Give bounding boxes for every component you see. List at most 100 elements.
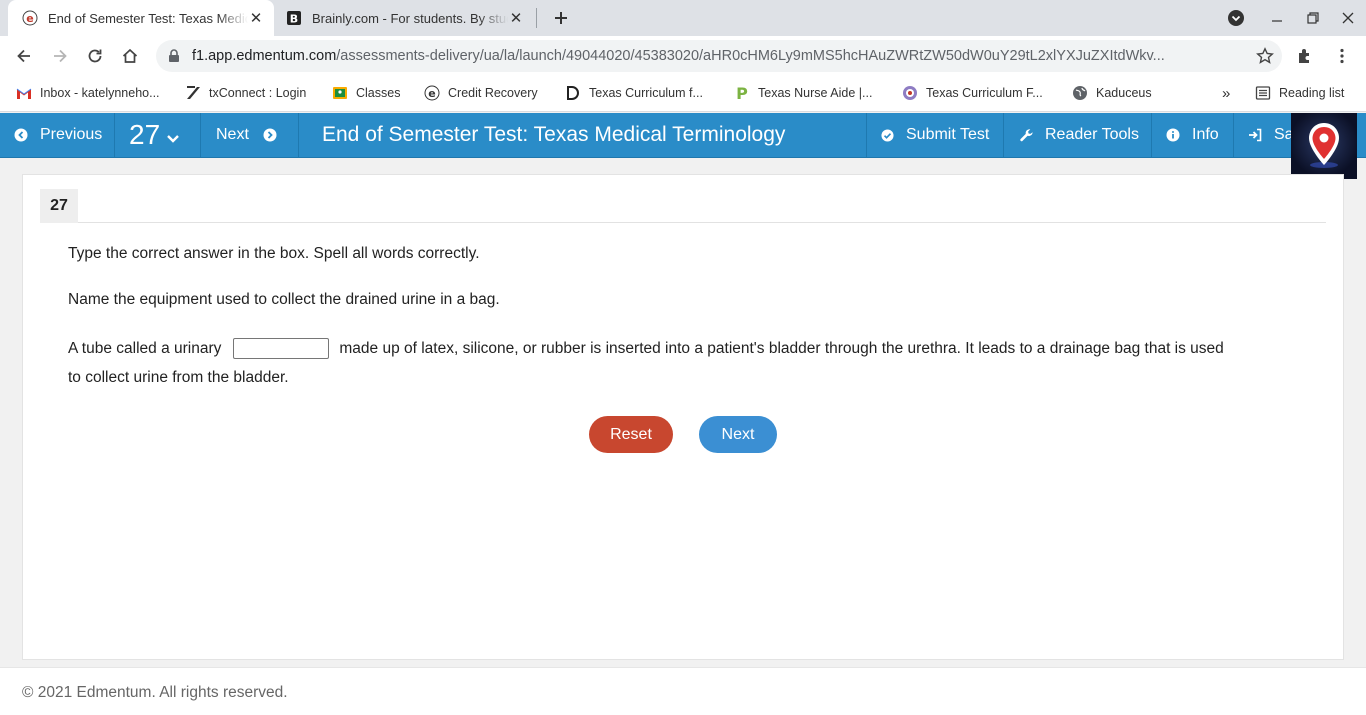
d-icon [565,85,581,101]
bookmark-txconnect[interactable]: txConnect : Login [185,76,306,110]
reading-list-label: Reading list [1279,86,1345,100]
bookmark-credit-recovery[interactable]: e Credit Recovery [424,76,538,110]
question-number-badge: 27 [40,189,78,223]
globe-icon [1072,85,1088,101]
save-button[interactable]: Save [1234,113,1294,157]
extensions-button[interactable] [1291,42,1319,70]
arrow-right-icon [54,49,67,63]
kebab-menu-icon [1340,48,1344,64]
chevron-down-circle-icon [1228,10,1244,26]
close-icon [1342,12,1354,24]
gmail-icon [16,85,32,101]
puzzle-icon [1299,49,1309,63]
bookmark-label: Credit Recovery [448,86,538,100]
info-label: Info [1192,126,1219,143]
bookmark-label: Texas Curriculum F... [926,86,1043,100]
bookmark-classes[interactable]: Classes [332,76,400,110]
restore-icon [1307,12,1319,24]
tab-title: End of Semester Test: Texas Medical Term… [48,10,248,26]
question-header: 27 [40,189,1326,223]
assessment-toolbar: Previous 27 Next End of Semester Test: T… [0,113,1366,158]
answer-input[interactable] [233,338,330,360]
question-instruction: Type the correct answer in the box. Spel… [68,245,480,262]
menu-button[interactable] [1328,42,1356,70]
forward-button[interactable] [46,42,74,70]
question-prompt: Name the equipment used to collect the d… [68,291,500,308]
bookmark-label: txConnect : Login [209,86,307,100]
lock-icon [168,49,182,63]
question-number: 27 [129,119,161,150]
close-icon[interactable]: ✕ [248,10,264,27]
back-button[interactable] [10,42,38,70]
overflow-chevron: » [1222,84,1231,102]
submit-label: Submit Test [906,126,990,143]
page-footer: © 2021 Edmentum. All rights reserved. [0,667,1366,715]
info-icon [1166,128,1180,142]
previous-label: Previous [40,126,103,143]
reading-list-icon [1255,85,1271,101]
previous-button[interactable]: Previous [0,113,115,157]
sign-in-icon [1248,128,1262,142]
bookmark-kaduceus[interactable]: Kaduceus [1072,76,1152,110]
bookmark-texas-curriculum-2[interactable]: Texas Curriculum F... [902,76,1043,110]
sentence-before: A tube called a urinary [68,340,222,357]
question-selector[interactable]: 27 [115,113,201,157]
reset-button[interactable]: Reset [589,416,673,453]
bookmark-label: Kaduceus [1096,86,1152,100]
svg-text:B: B [290,13,298,26]
restore-button[interactable] [1295,0,1331,36]
next-question-button[interactable]: Next [201,113,299,157]
edmentum-icon: e [424,85,440,101]
reader-tools-label: Reader Tools [1045,126,1139,143]
tab-brainly[interactable]: B Brainly.com - For students. By student… [276,0,534,36]
minimize-icon [1272,20,1282,22]
bookmark-texas-nurse-aide[interactable]: P Texas Nurse Aide |... [734,76,872,110]
browser-toolbar: f1.app.edmentum.com/assessments-delivery… [0,36,1366,76]
tab-search-button[interactable] [1218,0,1254,36]
bookmarks-overflow-button[interactable]: » [1222,76,1230,110]
arrow-right-circle-icon [263,128,277,142]
submit-test-button[interactable]: Submit Test [866,113,1004,157]
bookmark-label: Texas Nurse Aide |... [758,86,873,100]
reload-icon [88,49,102,63]
info-button[interactable]: Info [1152,113,1234,157]
next-label: Next [216,126,249,143]
browser-tab-strip: e End of Semester Test: Texas Medical Te… [0,0,1366,36]
txconnect-icon [185,85,201,101]
reading-list-button[interactable]: Reading list [1255,76,1344,110]
bookmark-star-icon[interactable] [1248,47,1282,65]
minimize-button[interactable] [1259,0,1295,36]
tab-edmentum[interactable]: e End of Semester Test: Texas Medical Te… [8,0,274,36]
map-pin-icon [1309,123,1339,168]
wrench-icon [1019,128,1034,143]
new-tab-button[interactable] [549,6,573,30]
home-button[interactable] [116,42,144,70]
circle-icon [902,85,918,101]
bookmark-label: Inbox - katelynneho... [40,86,160,100]
p-icon: P [734,85,750,101]
svg-text:e: e [428,87,435,100]
close-icon[interactable]: ✕ [508,10,524,27]
bookmark-label: Texas Curriculum f... [589,86,703,100]
address-bar[interactable]: f1.app.edmentum.com/assessments-delivery… [156,40,1282,72]
bookmark-gmail[interactable]: Inbox - katelynneho... [16,76,160,110]
tab-divider [536,8,537,28]
edmentum-icon: e [22,10,38,26]
brainly-icon: B [286,10,302,26]
bookmark-texas-curriculum-1[interactable]: Texas Curriculum f... [565,76,703,110]
tab-title: Brainly.com - For students. By students. [312,10,508,26]
chevron-down-icon [166,134,180,144]
sentence-end: to collect urine from the bladder. [68,369,289,386]
bookmark-label: Classes [356,86,401,100]
reload-button[interactable] [81,42,109,70]
sentence-after: made up of latex, silicone, or rubber is… [339,340,1224,357]
close-window-button[interactable] [1330,0,1366,36]
location-pin-logo[interactable] [1291,113,1357,179]
next-button[interactable]: Next [699,416,777,453]
url-text: f1.app.edmentum.com/assessments-delivery… [192,48,1165,64]
question-card: 27 Type the correct answer in the box. S… [22,174,1344,660]
copyright-text: © 2021 Edmentum. All rights reserved. [22,684,288,701]
reader-tools-button[interactable]: Reader Tools [1004,113,1152,157]
arrow-left-icon [17,49,30,63]
arrow-left-circle-icon [14,128,28,142]
